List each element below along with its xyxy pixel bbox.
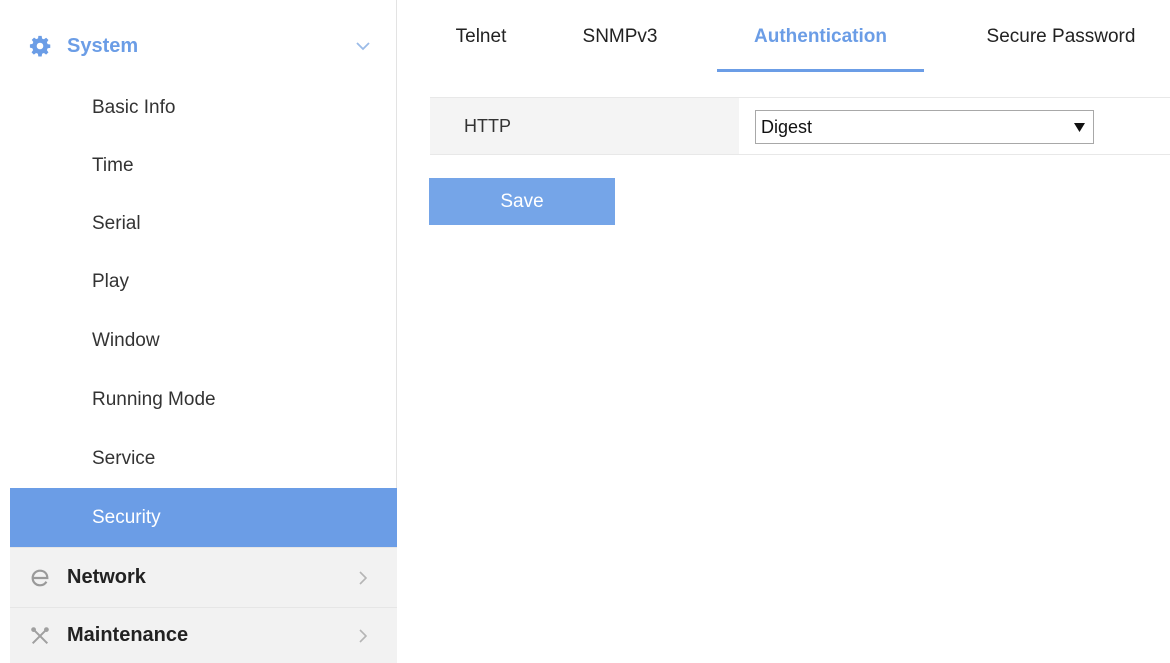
tab-secure-password[interactable]: Secure Password <box>962 0 1160 74</box>
sidebar-group-label: Network <box>67 566 146 588</box>
tab-telnet[interactable]: Telnet <box>446 0 516 74</box>
sidebar-group-label: System <box>67 34 139 57</box>
dropdown-arrow-icon <box>1073 121 1085 133</box>
sidebar-item-label: Security <box>92 506 161 528</box>
sidebar-item-service[interactable]: Service <box>10 430 397 488</box>
sidebar-item-running-mode[interactable]: Running Mode <box>10 371 397 429</box>
sidebar-item-basic-info[interactable]: Basic Info <box>10 79 397 137</box>
tools-icon <box>28 624 52 648</box>
http-auth-select[interactable]: Digest <box>755 110 1094 144</box>
sidebar-item-play[interactable]: Play <box>10 253 397 311</box>
sidebar: System Basic Info Time Serial Play Windo… <box>10 0 397 663</box>
sidebar-group-system[interactable]: System <box>10 20 397 72</box>
sidebar-item-label: Serial <box>92 213 141 234</box>
tab-authentication[interactable]: Authentication <box>717 0 924 74</box>
sidebar-item-serial[interactable]: Serial <box>10 195 397 253</box>
sidebar-item-label: Running Mode <box>92 389 216 410</box>
chevron-down-icon <box>355 38 371 54</box>
sidebar-item-security[interactable]: Security <box>10 488 397 547</box>
tab-bar: Telnet SNMPv3 Authentication Secure Pass… <box>430 0 1170 76</box>
http-auth-select-value: Digest <box>761 116 813 137</box>
sidebar-item-label: Basic Info <box>92 97 176 118</box>
sidebar-item-label: Time <box>92 155 134 176</box>
sidebar-item-label: Window <box>92 330 160 351</box>
sidebar-group-maintenance[interactable]: Maintenance <box>10 607 397 663</box>
sidebar-item-time[interactable]: Time <box>10 137 397 195</box>
sidebar-group-network[interactable]: Network <box>10 547 397 607</box>
chevron-right-icon <box>355 570 371 586</box>
network-e-icon <box>28 566 52 590</box>
http-auth-row: HTTP Digest <box>430 97 1170 155</box>
gear-icon <box>28 34 52 58</box>
save-button[interactable]: Save <box>429 178 615 225</box>
tab-snmpv3[interactable]: SNMPv3 <box>575 0 665 74</box>
sidebar-item-window[interactable]: Window <box>10 312 397 370</box>
sidebar-item-label: Service <box>92 448 156 469</box>
sidebar-item-label: Play <box>92 271 129 292</box>
chevron-right-icon <box>355 628 371 644</box>
http-label: HTTP <box>430 98 739 154</box>
sidebar-group-label: Maintenance <box>67 624 189 646</box>
